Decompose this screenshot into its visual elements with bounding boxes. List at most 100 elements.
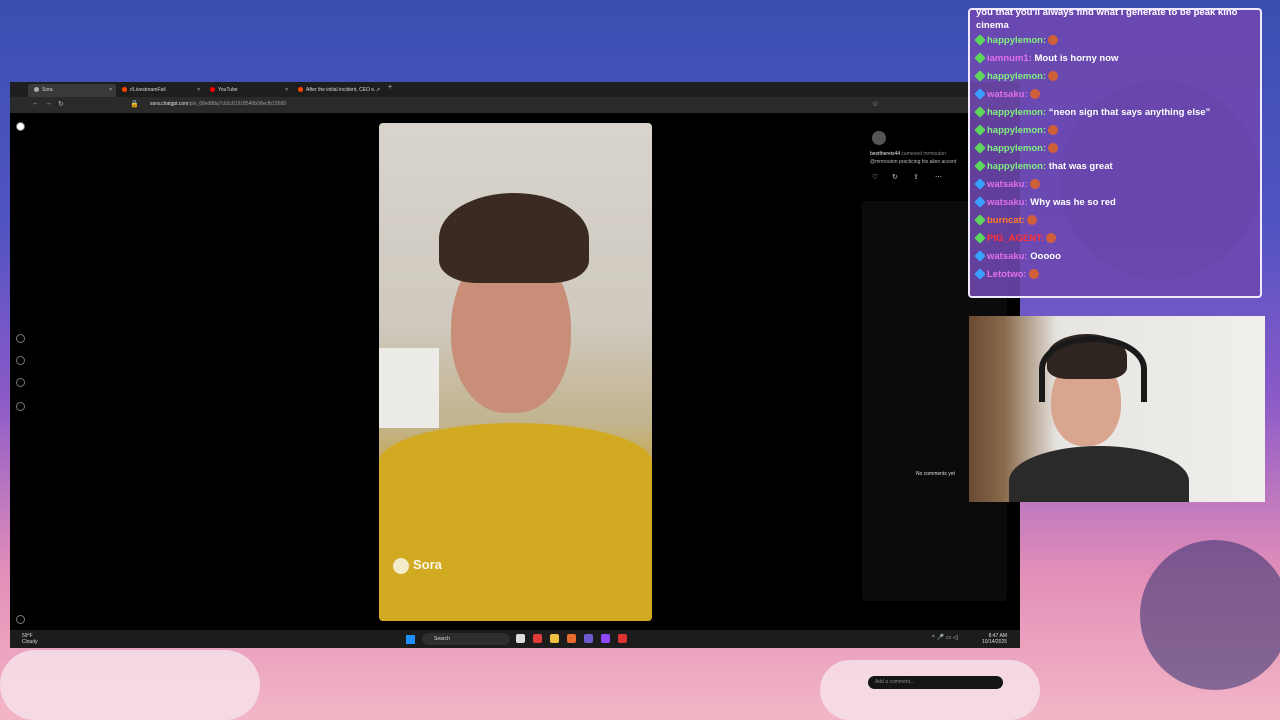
- sora-logo-icon[interactable]: [16, 122, 25, 131]
- more-icon[interactable]: ⋯: [935, 173, 942, 181]
- chat-badge-icon: [974, 52, 986, 65]
- emote-icon: [1046, 233, 1057, 244]
- chat-username[interactable]: iamnum1:: [987, 53, 1032, 64]
- close-icon[interactable]: ×: [109, 84, 112, 97]
- chat-message: happylemon:: [974, 68, 1254, 86]
- taskbar-search[interactable]: Search: [422, 633, 510, 645]
- app-icon[interactable]: [567, 634, 576, 643]
- chat-message: iamnum1: Mout is horny now: [974, 50, 1254, 68]
- profile-icon[interactable]: [16, 402, 25, 411]
- chat-username[interactable]: happylemon:: [987, 161, 1046, 172]
- system-tray[interactable]: ^ 🎤 ▭ ◁: [932, 634, 958, 641]
- chat-username[interactable]: happylemon:: [987, 71, 1046, 82]
- chat-username[interactable]: watsaku:: [987, 251, 1028, 262]
- chat-message: watsaku:: [974, 176, 1254, 194]
- chat-message: happylemon:: [974, 32, 1254, 50]
- chat-message: burncat:: [974, 212, 1254, 230]
- browser-app-icon[interactable]: [533, 634, 542, 643]
- emote-icon: [1028, 269, 1039, 280]
- no-comments-text: No comments yet: [916, 471, 955, 477]
- emote-icon: [1048, 35, 1059, 46]
- background-palm-shadow: [1140, 540, 1280, 690]
- url-path: /p/s_68ed88a7cb2c81918540b08ecfb15589: [188, 101, 286, 107]
- url-domain: sora.chatgpt.com: [150, 101, 189, 107]
- chat-badge-icon: [974, 250, 986, 263]
- comment-input[interactable]: Add a comment...: [868, 676, 1003, 689]
- chat-username[interactable]: happylemon:: [987, 125, 1046, 136]
- lock-icon: 🔒: [130, 101, 139, 108]
- chat-username[interactable]: burncat:: [987, 215, 1025, 226]
- emote-icon: [1027, 215, 1037, 226]
- chat-username[interactable]: watsaku:: [987, 89, 1028, 100]
- forward-icon[interactable]: →: [45, 100, 52, 107]
- address-bar: ← → ↻ 🔒 sora.chatgpt.com/p/s_68ed88a7cb2…: [10, 97, 1020, 113]
- clock-date: 10/14/2025: [982, 639, 1008, 645]
- avatar[interactable]: [872, 131, 886, 145]
- chat-username[interactable]: watsaku:: [987, 197, 1028, 208]
- weather-condition: Cloudy: [22, 639, 38, 645]
- background-cloud: [820, 660, 1040, 720]
- tab-youtube[interactable]: YouTube ×: [204, 84, 292, 97]
- chat-badge-icon: [974, 34, 986, 47]
- chat-badge-icon: [974, 178, 986, 191]
- app-icon[interactable]: [618, 634, 627, 643]
- url-input[interactable]: sora.chatgpt.com/p/s_68ed88a7cb2c8191854…: [150, 101, 286, 107]
- post-author: bestthereis44 cameoed mrmouton: [870, 151, 946, 157]
- reload-icon[interactable]: ↻: [58, 100, 64, 108]
- folder-icon[interactable]: [550, 634, 559, 643]
- tab-label: r/LivestreamFail: [130, 87, 166, 93]
- taskbar-clock[interactable]: 8:47 AM 10/14/2025: [982, 633, 1007, 645]
- webcam-person-body: [1009, 446, 1189, 502]
- webcam-feed: [969, 316, 1265, 502]
- chat-message: Letotwo:: [974, 266, 1254, 284]
- star-icon[interactable]: ☆: [872, 100, 878, 108]
- home-icon[interactable]: [16, 334, 25, 343]
- sora-watermark: Sora: [393, 557, 442, 574]
- chat-username[interactable]: watsaku:: [987, 179, 1028, 190]
- weather-widget[interactable]: 59°F Cloudy: [22, 633, 38, 645]
- share-icon[interactable]: ⇪: [913, 173, 919, 181]
- chat-badge-icon: [974, 88, 986, 101]
- video-player[interactable]: Sora: [379, 123, 652, 621]
- heart-icon[interactable]: ♡: [872, 173, 878, 181]
- emote-icon: [1029, 89, 1040, 100]
- close-icon[interactable]: ×: [197, 84, 200, 97]
- post-username[interactable]: bestthereis44: [870, 151, 900, 157]
- chat-username[interactable]: happylemon:: [987, 35, 1046, 46]
- app-icon[interactable]: [601, 634, 610, 643]
- new-tab-button[interactable]: +: [388, 84, 392, 91]
- chat-badge-icon: [974, 232, 986, 245]
- chat-message: happylemon:: [974, 122, 1254, 140]
- chat-badge-icon: [974, 214, 986, 227]
- chat-message-list: happylemon: iamnum1: Mout is horny now hap…: [974, 32, 1254, 284]
- chat-badge-icon: [974, 268, 986, 281]
- app-icon[interactable]: [584, 634, 593, 643]
- close-icon[interactable]: ×: [377, 84, 380, 97]
- chat-username[interactable]: happylemon:: [987, 107, 1046, 118]
- chat-username[interactable]: Letotwo:: [987, 269, 1027, 280]
- chat-message: watsaku: Ooooo: [974, 248, 1254, 266]
- tab-livestreamfail[interactable]: r/LivestreamFail ×: [116, 84, 204, 97]
- chat-message: PIG_AGENT:: [974, 230, 1254, 248]
- remix-icon[interactable]: ↻: [892, 173, 898, 181]
- chat-text: Why was he so red: [1027, 197, 1116, 208]
- video-background-dresser: [379, 348, 439, 428]
- stream-chat-overlay: you that you'll always find what I gener…: [968, 8, 1262, 298]
- close-icon[interactable]: ×: [285, 84, 288, 97]
- tab-reddit-article[interactable]: After the initial incident, CEO e... ×: [292, 84, 384, 97]
- notifications-icon[interactable]: [16, 378, 25, 387]
- settings-icon[interactable]: [16, 615, 25, 624]
- emote-icon: [1048, 143, 1059, 154]
- explorer-icon[interactable]: [516, 634, 525, 643]
- chat-badge-icon: [974, 196, 986, 209]
- search-icon[interactable]: [16, 356, 25, 365]
- windows-start-icon[interactable]: [406, 635, 415, 644]
- chat-username[interactable]: happylemon:: [987, 143, 1046, 154]
- chat-message-partial: you that you'll always find what I gener…: [976, 8, 1238, 31]
- chat-username[interactable]: PIG_AGENT:: [987, 233, 1044, 244]
- chat-badge-icon: [974, 142, 986, 155]
- chat-text: that was great: [1046, 161, 1113, 172]
- back-icon[interactable]: ←: [32, 100, 39, 107]
- tab-sora[interactable]: Sora ×: [28, 84, 116, 97]
- tab-bar: Sora × r/LivestreamFail × YouTube × After t…: [10, 82, 1020, 97]
